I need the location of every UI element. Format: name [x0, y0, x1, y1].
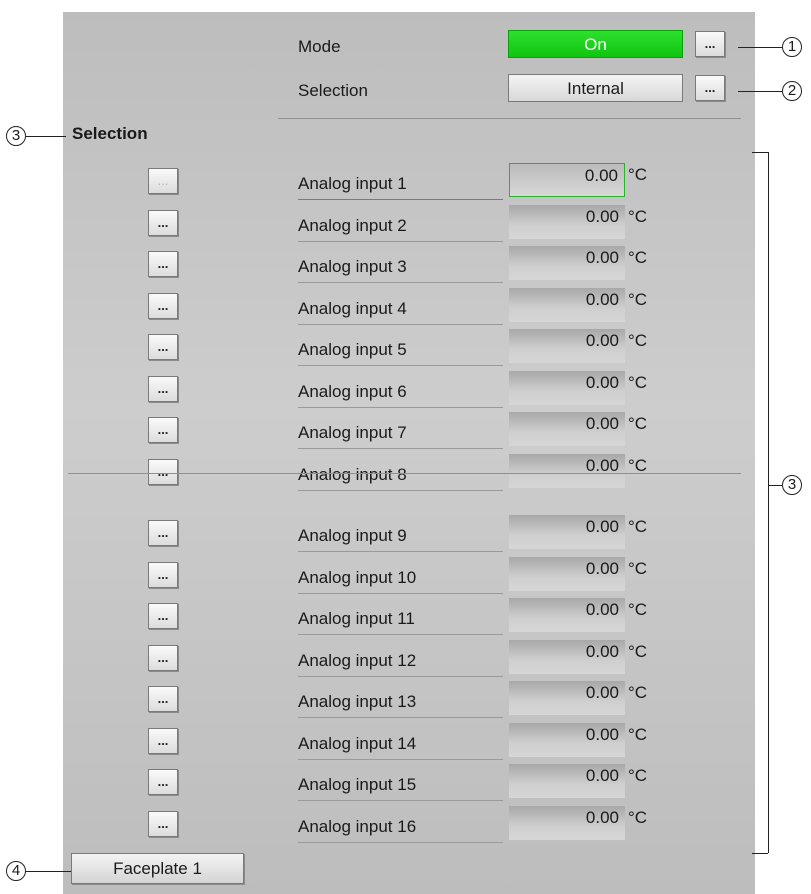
callout-3-left-leader [26, 136, 66, 137]
input-more-button[interactable]: ... [148, 520, 178, 546]
input-unit: °C [628, 248, 648, 267]
input-value-field[interactable]: 0.00 [509, 515, 625, 549]
callout-1-leader [738, 47, 782, 48]
input-more-button[interactable]: ... [148, 293, 178, 319]
bracket-bottom [752, 853, 768, 854]
input-unit: °C [628, 290, 648, 309]
callout-1: 1 [782, 37, 802, 57]
input-label: Analog input 7 [298, 423, 503, 449]
selection-value: Internal [508, 74, 683, 102]
input-unit: °C [628, 517, 648, 536]
input-more-button[interactable]: ... [148, 210, 178, 236]
input-label: Analog input 10 [298, 568, 503, 594]
input-more-button[interactable]: ... [148, 562, 178, 588]
input-label: Analog input 2 [298, 216, 503, 242]
input-label: Analog input 11 [298, 609, 503, 635]
callout-4-leader [26, 871, 71, 872]
input-more-button[interactable]: ... [148, 417, 178, 443]
mode-label: Mode [298, 37, 341, 56]
input-label: Analog input 5 [298, 340, 503, 366]
input-label: Analog input 4 [298, 299, 503, 325]
selection-label: Selection [298, 81, 368, 100]
input-unit: °C [628, 165, 648, 184]
input-more-button[interactable]: ... [148, 603, 178, 629]
input-more-button[interactable]: ... [148, 459, 178, 485]
input-unit: °C [628, 642, 648, 661]
input-label: Analog input 8 [298, 465, 503, 491]
section-title: Selection [72, 124, 148, 143]
input-more-button[interactable]: ... [148, 686, 178, 712]
faceplate-panel [63, 12, 755, 894]
callout-2: 2 [782, 81, 802, 101]
input-value-field[interactable]: 0.00 [509, 764, 625, 798]
input-unit: °C [628, 331, 648, 350]
input-more-button[interactable]: ... [148, 811, 178, 837]
input-more-button[interactable]: ... [148, 251, 178, 277]
input-more-button[interactable]: ... [148, 168, 178, 194]
input-value-field[interactable]: 0.00 [509, 412, 625, 446]
input-value-field[interactable]: 0.00 [509, 723, 625, 757]
input-label: Analog input 12 [298, 651, 503, 677]
bracket-vertical [768, 152, 769, 853]
input-unit: °C [628, 600, 648, 619]
bracket-top [752, 152, 768, 153]
input-label: Analog input 3 [298, 257, 503, 283]
input-value-field[interactable]: 0.00 [509, 163, 625, 197]
input-value-field[interactable]: 0.00 [509, 205, 625, 239]
input-more-button[interactable]: ... [148, 728, 178, 754]
input-label: Analog input 14 [298, 734, 503, 760]
input-value-field[interactable]: 0.00 [509, 454, 625, 488]
input-value-field[interactable]: 0.00 [509, 640, 625, 674]
header-divider [278, 118, 741, 119]
callout-4: 4 [6, 861, 26, 881]
callout-3-left: 3 [6, 126, 26, 146]
input-unit: °C [628, 808, 648, 827]
input-value-field[interactable]: 0.00 [509, 806, 625, 840]
input-label: Analog input 15 [298, 775, 503, 801]
input-value-field[interactable]: 0.00 [509, 371, 625, 405]
input-value-field[interactable]: 0.00 [509, 329, 625, 363]
callout-3-right-leader [768, 485, 782, 486]
input-value-field[interactable]: 0.00 [509, 246, 625, 280]
callout-2-leader [738, 91, 782, 92]
input-label: Analog input 13 [298, 692, 503, 718]
input-more-button[interactable]: ... [148, 769, 178, 795]
input-value-field[interactable]: 0.00 [509, 288, 625, 322]
selection-more-button[interactable]: ... [695, 75, 725, 101]
callout-3-right: 3 [782, 475, 802, 495]
input-label: Analog input 1 [298, 174, 503, 200]
input-more-button[interactable]: ... [148, 645, 178, 671]
input-value-field[interactable]: 0.00 [509, 557, 625, 591]
mode-value: On [508, 30, 683, 58]
input-more-button[interactable]: ... [148, 334, 178, 360]
input-unit: °C [628, 766, 648, 785]
input-unit: °C [628, 559, 648, 578]
input-unit: °C [628, 373, 648, 392]
input-label: Analog input 16 [298, 817, 503, 843]
group-divider [68, 473, 741, 474]
input-unit: °C [628, 207, 648, 226]
input-value-field[interactable]: 0.00 [509, 681, 625, 715]
input-more-button[interactable]: ... [148, 376, 178, 402]
faceplate-button[interactable]: Faceplate 1 [71, 853, 244, 884]
input-unit: °C [628, 414, 648, 433]
input-label: Analog input 6 [298, 382, 503, 408]
input-label: Analog input 9 [298, 526, 503, 552]
input-unit: °C [628, 683, 648, 702]
input-value-field[interactable]: 0.00 [509, 598, 625, 632]
input-unit: °C [628, 725, 648, 744]
mode-more-button[interactable]: ... [695, 31, 725, 57]
